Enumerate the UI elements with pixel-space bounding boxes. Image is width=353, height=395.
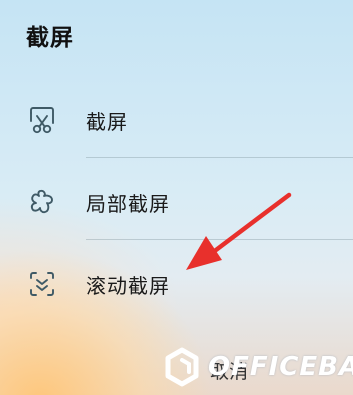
watermark-text: OFFICEBA <box>208 352 353 382</box>
menu-item-label: 局部截屏 <box>86 191 170 216</box>
divider <box>86 157 353 158</box>
scissors-screenshot-icon <box>26 104 58 136</box>
watermark: OFFICEBA <box>162 344 353 390</box>
menu-item-label: 截屏 <box>86 109 128 134</box>
watermark-logo-icon <box>165 347 199 387</box>
scroll-screenshot-icon <box>26 268 58 300</box>
divider <box>86 239 353 240</box>
partial-screenshot-icon <box>26 186 58 218</box>
menu-item-partial-screenshot[interactable]: 局部截屏 <box>0 172 353 232</box>
menu-item-scroll-screenshot[interactable]: 滚动截屏 <box>0 254 353 314</box>
menu-item-screenshot[interactable]: 截屏 <box>0 90 353 150</box>
panel-title: 截屏 <box>26 25 74 51</box>
menu-item-label: 滚动截屏 <box>86 273 170 298</box>
